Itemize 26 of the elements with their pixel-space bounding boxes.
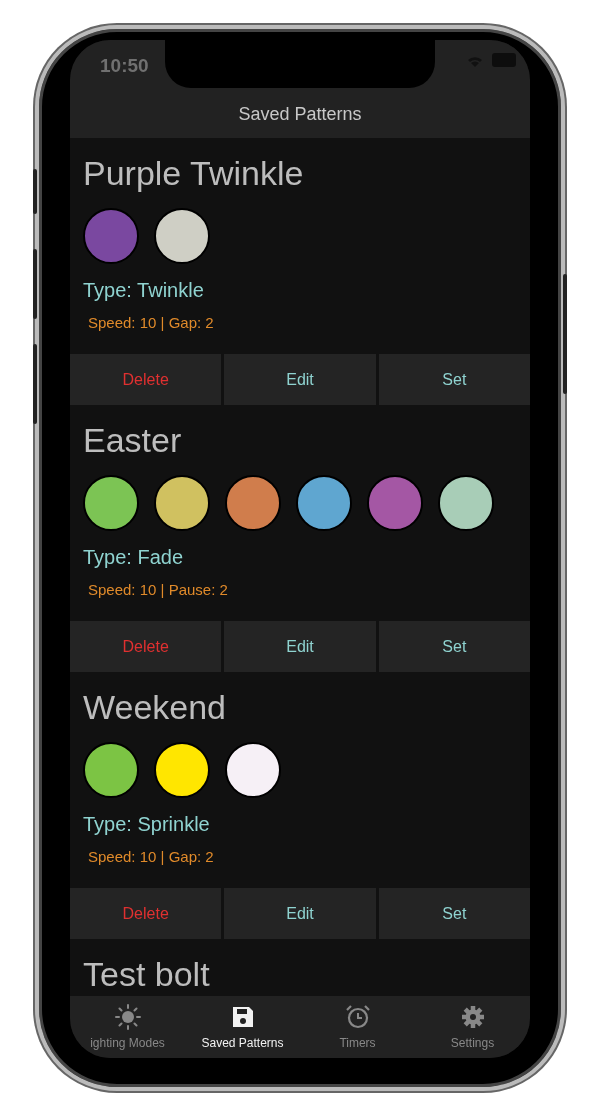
pattern-type: Type: Sprinkle <box>83 812 211 836</box>
tab[interactable]: Saved Patterns <box>185 996 300 1058</box>
tab[interactable]: Timers <box>300 996 415 1058</box>
pattern-details: Speed: 10 | Pause: 2 <box>88 581 229 599</box>
pattern-details: Speed: 10 | Gap: 2 <box>88 848 215 866</box>
pattern-name: Purple Twinkle <box>83 153 305 193</box>
set-button[interactable]: Set <box>378 354 530 405</box>
settings-icon <box>459 1004 486 1030</box>
pattern-details: Speed: 10 | Gap: 2 <box>88 314 215 332</box>
edit-button[interactable]: Edit <box>224 621 376 672</box>
screen-title: Saved Patterns <box>70 90 530 138</box>
alarm-clock-icon <box>344 1004 371 1030</box>
battery-icon <box>492 53 518 67</box>
tab[interactable]: Settings <box>415 996 530 1058</box>
tab[interactable]: ighting Modes <box>70 996 185 1058</box>
set-button[interactable]: Set <box>378 888 530 939</box>
pattern-type: Type: Fade <box>83 545 185 569</box>
pattern-name: Test bolt <box>83 954 211 994</box>
pattern-type: Type: Twinkle <box>83 278 205 302</box>
pattern-name: Weekend <box>83 687 228 727</box>
set-button[interactable]: Set <box>378 621 530 672</box>
edit-button[interactable]: Edit <box>224 888 376 939</box>
edit-button[interactable]: Edit <box>224 354 376 405</box>
status-time: 10:50 <box>100 54 149 78</box>
sun-icon <box>114 1004 141 1030</box>
pattern-name: Easter <box>83 420 183 460</box>
